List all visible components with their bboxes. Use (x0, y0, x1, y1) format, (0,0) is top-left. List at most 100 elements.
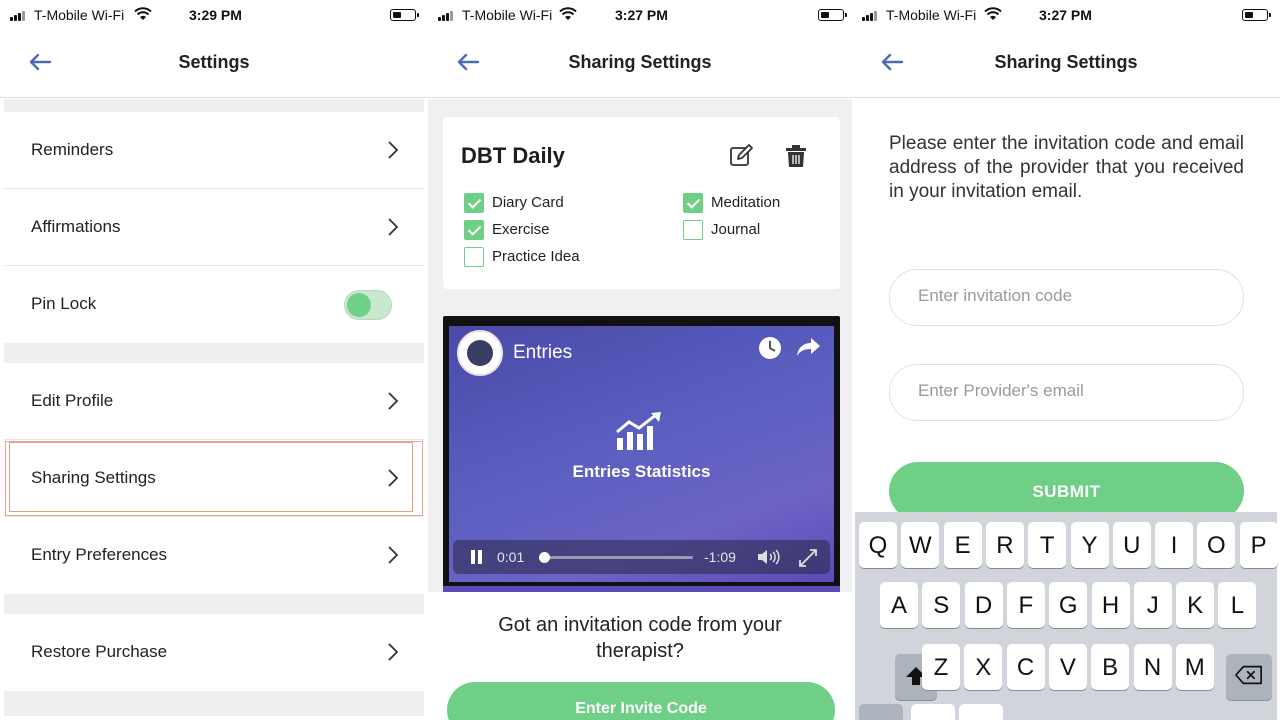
provider-email-field (889, 364, 1244, 421)
progress-slider[interactable] (538, 552, 693, 563)
key-c[interactable]: C (1006, 644, 1045, 690)
key-r[interactable]: R (985, 522, 1024, 568)
progress-thumb[interactable] (538, 552, 550, 563)
toggle-knob (347, 293, 371, 317)
status-bar: T-Mobile Wi-Fi 3:27 PM (428, 0, 852, 30)
page-title: Sharing Settings (568, 52, 712, 72)
backspace-icon (1235, 665, 1262, 685)
key-i[interactable]: I (1155, 522, 1194, 568)
nav-bar: Settings (0, 30, 428, 98)
clock: 3:27 PM (615, 7, 668, 23)
key-p[interactable]: P (1239, 522, 1278, 568)
numbers-key[interactable] (859, 704, 903, 720)
key-o[interactable]: O (1197, 522, 1236, 568)
key-h[interactable]: H (1091, 582, 1130, 628)
clock: 3:29 PM (189, 7, 242, 23)
settings-item-edit-profile[interactable]: Edit Profile (4, 363, 424, 440)
chevron-right-icon (388, 546, 399, 564)
enter-invite-code-button[interactable]: Enter Invite Code (447, 682, 835, 720)
key-l[interactable]: L (1218, 582, 1257, 628)
section-divider (4, 343, 424, 363)
invite-question: Got an invitation code from your therapi… (498, 614, 782, 662)
trash-icon[interactable] (785, 144, 807, 168)
video-caption: Entries Statistics (572, 462, 711, 481)
checkbox-unchecked (464, 247, 484, 267)
signal-icon (438, 10, 456, 21)
key-z[interactable]: Z (922, 644, 960, 690)
video-frame: Entries Entries Statistics 0:01 -1:09 (449, 326, 834, 582)
settings-item-label: Sharing Settings (31, 468, 156, 487)
video-title: Entries (513, 342, 573, 363)
chevron-right-icon (388, 218, 399, 236)
settings-item-reminders[interactable]: Reminders (4, 112, 424, 189)
statistics-chart-icon (616, 412, 661, 450)
key-g[interactable]: G (1049, 582, 1088, 628)
fullscreen-icon[interactable] (798, 548, 818, 568)
key-q[interactable]: Q (859, 522, 897, 568)
backspace-key[interactable] (1226, 654, 1272, 700)
key-n[interactable]: N (1133, 644, 1172, 690)
battery-icon (390, 9, 419, 21)
settings-item-sharing-settings[interactable]: Sharing Settings (4, 440, 424, 517)
pause-icon[interactable] (470, 550, 484, 564)
checkbox-label: Journal (711, 221, 761, 238)
key-y[interactable]: Y (1070, 522, 1109, 568)
battery-icon (818, 9, 847, 21)
invitation-code-input[interactable] (918, 286, 1223, 306)
remaining-time: -1:09 (704, 549, 736, 565)
settings-item-label: Restore Purchase (31, 642, 168, 661)
chevron-right-icon (388, 141, 399, 159)
chevron-right-icon (388, 392, 399, 410)
settings-item-affirmations[interactable]: Affirmations (4, 189, 424, 266)
checkbox-label: Meditation (711, 194, 781, 211)
chevron-right-icon (388, 643, 399, 661)
key-b[interactable]: B (1091, 644, 1130, 690)
invite-form-screen: T-Mobile Wi-Fi 3:27 PM Sharing Settings … (852, 0, 1280, 720)
key-f[interactable]: F (1006, 582, 1045, 628)
key-v[interactable]: V (1048, 644, 1087, 690)
settings-item-entry-preferences[interactable]: Entry Preferences (4, 517, 424, 594)
nav-bar: Sharing Settings (428, 30, 852, 98)
sharing-card: DBT Daily Diary Card Meditation Exercise… (443, 117, 840, 289)
invite-section: Got an invitation code from your therapi… (428, 592, 852, 720)
key-t[interactable]: T (1028, 522, 1067, 568)
invitation-code-field (889, 269, 1244, 326)
key-u[interactable]: U (1112, 522, 1151, 568)
battery-icon (1242, 9, 1271, 21)
emoji-key[interactable] (911, 704, 955, 720)
nav-bar: Sharing Settings (852, 30, 1280, 98)
key-w[interactable]: W (901, 522, 940, 568)
chevron-right-icon (388, 469, 399, 487)
watch-later-icon[interactable] (758, 336, 782, 360)
wifi-icon (984, 7, 1002, 20)
section-divider (4, 594, 424, 614)
key-j[interactable]: J (1133, 582, 1172, 628)
key-a[interactable]: A (880, 582, 918, 628)
key-k[interactable]: K (1176, 582, 1215, 628)
settings-item-label: Pin Lock (31, 294, 97, 313)
pin-lock-toggle[interactable] (344, 290, 392, 320)
volume-icon[interactable] (757, 548, 783, 566)
provider-email-input[interactable] (918, 381, 1223, 401)
carrier-label: T-Mobile Wi-Fi (34, 7, 125, 23)
video-player[interactable]: Entries Entries Statistics 0:01 -1:09 (443, 316, 840, 592)
key-d[interactable]: D (964, 582, 1003, 628)
settings-item-restore-purchase[interactable]: Restore Purchase (4, 614, 424, 691)
key-m[interactable]: M (1175, 644, 1214, 690)
edit-icon[interactable] (729, 144, 755, 168)
checkbox-label: Exercise (492, 221, 550, 238)
checkbox-checked (464, 220, 484, 240)
key-x[interactable]: X (964, 644, 1003, 690)
checkbox-unchecked (683, 220, 703, 240)
settings-screen: T-Mobile Wi-Fi 3:29 PM Settings Reminder… (0, 0, 428, 720)
key-e[interactable]: E (943, 522, 982, 568)
clock: 3:27 PM (1039, 7, 1092, 23)
share-icon[interactable] (796, 336, 822, 358)
settings-item-label: Reminders (31, 140, 114, 159)
checkbox-label: Practice Idea (492, 248, 580, 265)
dictation-key[interactable] (959, 704, 1003, 720)
settings-item-label: Edit Profile (31, 391, 114, 410)
page-title: Settings (178, 52, 250, 72)
signal-icon (10, 10, 28, 21)
key-s[interactable]: S (922, 582, 961, 628)
